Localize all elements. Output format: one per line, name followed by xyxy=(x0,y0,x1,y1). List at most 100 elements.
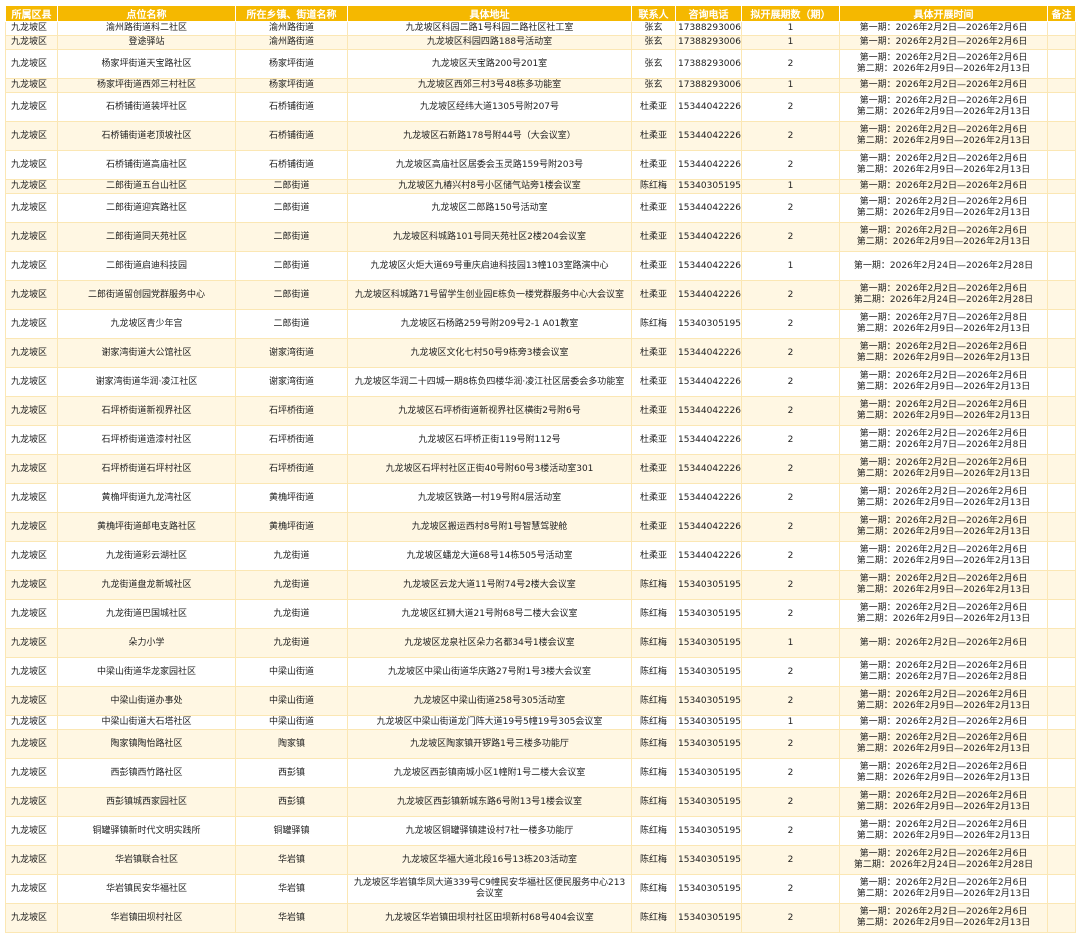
cell-street[interactable]: 石坪桥街道 xyxy=(235,454,348,484)
cell-count[interactable]: 1 xyxy=(741,21,840,36)
cell-phone[interactable]: 15344042226 xyxy=(675,251,742,281)
cell-remarks[interactable] xyxy=(1047,425,1076,455)
header-street[interactable]: 所在乡镇、街道名称 xyxy=(235,5,348,22)
cell-phone[interactable]: 15344042226 xyxy=(675,483,742,513)
cell-remarks[interactable] xyxy=(1047,787,1076,817)
cell-periods[interactable]: 第一期：2026年2月7日—2026年2月8日 第二期：2026年2月9日—202… xyxy=(839,309,1048,339)
cell-count[interactable]: 2 xyxy=(741,222,840,252)
cell-street[interactable]: 九龙街道 xyxy=(235,628,348,658)
cell-name[interactable]: 九龙街道盘龙新城社区 xyxy=(57,570,236,600)
cell-contact[interactable]: 陈红梅 xyxy=(631,758,676,788)
cell-remarks[interactable] xyxy=(1047,396,1076,426)
cell-district[interactable]: 九龙坡区 xyxy=(5,758,58,788)
cell-phone[interactable]: 15344042226 xyxy=(675,454,742,484)
cell-street[interactable]: 中梁山街道 xyxy=(235,715,348,730)
cell-periods[interactable]: 第一期：2026年2月2日—2026年2月6日 第二期：2026年2月24日—20… xyxy=(839,280,1048,310)
cell-address[interactable]: 九龙坡区石杨路259号附209号2-1 A01教室 xyxy=(347,309,632,339)
cell-periods[interactable]: 第一期：2026年2月2日—2026年2月6日 第二期：2026年2月9日—202… xyxy=(839,396,1048,426)
cell-district[interactable]: 九龙坡区 xyxy=(5,280,58,310)
cell-count[interactable]: 2 xyxy=(741,150,840,180)
cell-periods[interactable]: 第一期：2026年2月2日—2026年2月6日 第二期：2026年2月9日—202… xyxy=(839,512,1048,542)
cell-phone[interactable]: 15344042226 xyxy=(675,338,742,368)
cell-name[interactable]: 石坪桥街道造漆村社区 xyxy=(57,425,236,455)
cell-street[interactable]: 陶家镇 xyxy=(235,729,348,759)
cell-count[interactable]: 2 xyxy=(741,121,840,151)
cell-count[interactable]: 2 xyxy=(741,758,840,788)
cell-address[interactable]: 九龙坡区石坪桥正街119号附112号 xyxy=(347,425,632,455)
cell-phone[interactable]: 15344042226 xyxy=(675,367,742,397)
cell-contact[interactable]: 杜柔亚 xyxy=(631,121,676,151)
cell-district[interactable]: 九龙坡区 xyxy=(5,541,58,571)
cell-phone[interactable]: 15340305195 xyxy=(675,787,742,817)
cell-name[interactable]: 华岩镇民安华福社区 xyxy=(57,874,236,904)
cell-street[interactable]: 谢家湾街道 xyxy=(235,367,348,397)
cell-phone[interactable]: 15340305195 xyxy=(675,686,742,716)
cell-remarks[interactable] xyxy=(1047,78,1076,93)
cell-name[interactable]: 石坪桥街道石坪村社区 xyxy=(57,454,236,484)
cell-count[interactable]: 2 xyxy=(741,874,840,904)
cell-district[interactable]: 九龙坡区 xyxy=(5,92,58,122)
cell-periods[interactable]: 第一期：2026年2月2日—2026年2月6日 第二期：2026年2月9日—202… xyxy=(839,121,1048,151)
cell-address[interactable]: 九龙坡区石新路178号附44号（大会议室） xyxy=(347,121,632,151)
cell-name[interactable]: 九龙街道巴国城社区 xyxy=(57,599,236,629)
cell-address[interactable]: 九龙坡区红狮大道21号附68号二楼大会议室 xyxy=(347,599,632,629)
cell-address[interactable]: 九龙坡区华福大道北段16号13栋203活动室 xyxy=(347,845,632,875)
cell-count[interactable]: 2 xyxy=(741,483,840,513)
cell-remarks[interactable] xyxy=(1047,49,1076,79)
cell-contact[interactable]: 陈红梅 xyxy=(631,715,676,730)
cell-name[interactable]: 杨家坪街道天宝路社区 xyxy=(57,49,236,79)
cell-phone[interactable]: 15344042226 xyxy=(675,193,742,223)
cell-count[interactable]: 2 xyxy=(741,425,840,455)
cell-periods[interactable]: 第一期：2026年2月2日—2026年2月6日 第二期：2026年2月9日—202… xyxy=(839,541,1048,571)
cell-remarks[interactable] xyxy=(1047,903,1076,933)
cell-count[interactable]: 2 xyxy=(741,512,840,542)
cell-count[interactable]: 2 xyxy=(741,816,840,846)
cell-remarks[interactable] xyxy=(1047,179,1076,194)
cell-street[interactable]: 中梁山街道 xyxy=(235,686,348,716)
cell-phone[interactable]: 15340305195 xyxy=(675,903,742,933)
cell-remarks[interactable] xyxy=(1047,21,1076,36)
cell-remarks[interactable] xyxy=(1047,599,1076,629)
cell-address[interactable]: 九龙坡区科园二路1号科园二路社区社工室 xyxy=(347,21,632,36)
header-count[interactable]: 拟开展期数（期） xyxy=(741,5,840,22)
cell-contact[interactable]: 陈红梅 xyxy=(631,874,676,904)
cell-street[interactable]: 西彭镇 xyxy=(235,787,348,817)
cell-phone[interactable]: 15340305195 xyxy=(675,874,742,904)
cell-contact[interactable]: 杜柔亚 xyxy=(631,150,676,180)
cell-name[interactable]: 九龙街道彩云湖社区 xyxy=(57,541,236,571)
cell-remarks[interactable] xyxy=(1047,483,1076,513)
cell-name[interactable]: 华岩镇联合社区 xyxy=(57,845,236,875)
cell-district[interactable]: 九龙坡区 xyxy=(5,787,58,817)
cell-address[interactable]: 九龙坡区铁路一村19号附4层活动室 xyxy=(347,483,632,513)
header-contact[interactable]: 联系人 xyxy=(631,5,676,22)
cell-district[interactable]: 九龙坡区 xyxy=(5,396,58,426)
cell-name[interactable]: 杨家坪街道西郊三村社区 xyxy=(57,78,236,93)
cell-address[interactable]: 九龙坡区九椿兴村8号小区储气站旁1楼会议室 xyxy=(347,179,632,194)
cell-count[interactable]: 1 xyxy=(741,251,840,281)
cell-contact[interactable]: 杜柔亚 xyxy=(631,338,676,368)
cell-count[interactable]: 2 xyxy=(741,903,840,933)
cell-remarks[interactable] xyxy=(1047,657,1076,687)
cell-phone[interactable]: 17388293006 xyxy=(675,49,742,79)
cell-count[interactable]: 2 xyxy=(741,396,840,426)
cell-address[interactable]: 九龙坡区西彭镇新城东路6号附13号1楼会议室 xyxy=(347,787,632,817)
cell-district[interactable]: 九龙坡区 xyxy=(5,367,58,397)
cell-address[interactable]: 九龙坡区中梁山街道龙门阵大道19号5幢19号305会议室 xyxy=(347,715,632,730)
cell-count[interactable]: 2 xyxy=(741,686,840,716)
cell-name[interactable]: 谢家湾街道华润·凌江社区 xyxy=(57,367,236,397)
cell-count[interactable]: 1 xyxy=(741,715,840,730)
cell-name[interactable]: 二郎街道启迪科技园 xyxy=(57,251,236,281)
header-district[interactable]: 所属区县 xyxy=(5,5,58,22)
cell-street[interactable]: 华岩镇 xyxy=(235,874,348,904)
cell-phone[interactable]: 15344042226 xyxy=(675,396,742,426)
cell-name[interactable]: 西彭镇城西家园社区 xyxy=(57,787,236,817)
cell-contact[interactable]: 陈红梅 xyxy=(631,599,676,629)
cell-periods[interactable]: 第一期：2026年2月2日—2026年2月6日 第二期：2026年2月9日—202… xyxy=(839,686,1048,716)
cell-district[interactable]: 九龙坡区 xyxy=(5,251,58,281)
cell-phone[interactable]: 15344042226 xyxy=(675,541,742,571)
cell-name[interactable]: 石坪桥街道新视界社区 xyxy=(57,396,236,426)
cell-count[interactable]: 1 xyxy=(741,78,840,93)
cell-phone[interactable]: 15344042226 xyxy=(675,222,742,252)
cell-count[interactable]: 2 xyxy=(741,657,840,687)
cell-street[interactable]: 华岩镇 xyxy=(235,903,348,933)
